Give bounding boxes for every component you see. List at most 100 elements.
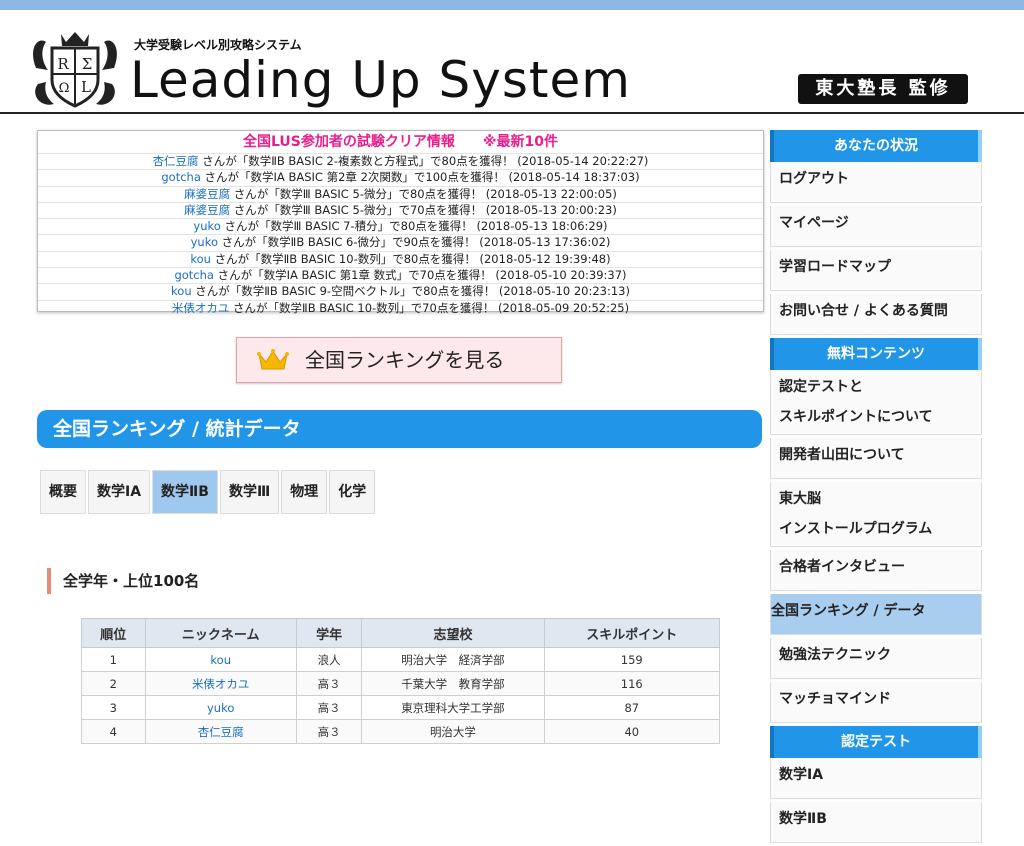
table-cell: 高３ [295,671,363,696]
table-nickname-link[interactable]: yuko [144,695,297,720]
news-title: 全国LUS参加者の試験クリア情報 ※最新10件 [243,134,558,150]
news-item-text: さんが「数学ⅡB BASIC 2-複素数と方程式」で80点を獲得！ (2018-… [198,154,649,168]
subheading: 全学年・上位100名 [47,568,199,594]
news-nickname-link[interactable]: 米俵オカユ [172,301,230,315]
table-header-cell: 志望校 [361,618,545,648]
tab-2[interactable]: 数学ⅡB [152,470,218,514]
news-item: 麻婆豆腐 さんが「数学Ⅲ BASIC 5-微分」で70点を獲得！ (2018-0… [38,201,763,218]
sidebar-item-label: 数学ⅠA [779,767,824,783]
table-row: 3 yuko 高３ 東京理科大学工学部 87 [81,695,721,720]
tab-5[interactable]: 化学 [329,470,376,514]
news-nickname-link[interactable]: gotcha [174,268,214,282]
news-nickname-link[interactable]: kou [190,252,211,266]
table-cell: 3 [81,695,146,720]
sidebar-item[interactable]: 勉強法テクニック [770,638,982,679]
news-nickname-link[interactable]: kou [171,284,192,298]
sidebar-item-label: インストールプログラム [779,521,933,537]
table-nickname-link[interactable]: 米俵オカユ [144,671,297,696]
sidebar-test-header: 認定テスト [770,726,982,758]
svg-text:Σ: Σ [82,55,93,73]
news-item: yuko さんが「数学ⅡB BASIC 6-微分」で90点を獲得！ (2018-… [38,234,763,250]
table-cell: 千葉大学 教育学部 [361,671,545,696]
ranking-button[interactable]: 全国ランキングを見る [236,337,562,383]
sidebar-item-label: 学習ロードマップ [779,259,891,275]
sidebar-item-label: スキルポイントについて [779,409,933,425]
news-nickname-link[interactable]: 麻婆豆腐 [184,187,230,201]
crest-logo-icon[interactable]: R Σ Ω L [28,28,122,112]
table-cell: 1 [81,647,146,672]
sidebar-item-label: 全国ランキング / データ [771,603,926,619]
news-nickname-link[interactable]: gotcha [161,170,201,184]
news-item-text: さんが「数学Ⅲ BASIC 5-微分」で70点を獲得！ (2018-05-13 … [230,202,617,217]
sidebar-free-header: 無料コンテンツ [770,338,982,370]
site-wordmark[interactable]: Leading Up System [130,50,631,110]
sidebar-item[interactable]: ログアウト [770,162,982,203]
sidebar-item-label: 開発者山田について [779,447,905,463]
table-cell: 東京理科大学工学部 [361,695,545,720]
sidebar-item[interactable]: お問い合せ / よくある質問 [770,294,982,335]
news-item: gotcha さんが「数学ⅠA BASIC 第1章 数式」で70点を獲得！ (2… [38,267,763,283]
table-row: 4 杏仁豆腐 高３ 明治大学 40 [81,719,721,744]
news-nickname-link[interactable]: 麻婆豆腐 [184,203,230,217]
tab-0[interactable]: 概要 [40,470,86,514]
sidebar-item-label: お問い合せ / よくある質問 [779,303,948,319]
tab-4[interactable]: 物理 [281,470,328,514]
sidebar-status-header: あなたの状況 [770,130,982,162]
svg-text:L: L [81,78,91,96]
table-cell: 40 [543,719,721,744]
news-item: kou さんが「数学ⅡB BASIC 10-数列」で80点を獲得！ (2018-… [38,250,763,267]
news-item: yuko さんが「数学Ⅲ BASIC 7-積分」で80点を獲得！ (2018-0… [38,218,763,234]
table-cell: 2 [81,671,146,696]
table-nickname-link[interactable]: 杏仁豆腐 [144,719,297,744]
news-item-text: さんが「数学ⅡB BASIC 10-数列」で80点を獲得！ (2018-05-1… [210,251,611,266]
sidebar-item[interactable]: 全国ランキング / データ [770,594,982,635]
sidebar-item[interactable]: 数学ⅡB [770,802,982,843]
sidebar-item[interactable]: 認定テストとスキルポイントについて [770,370,982,435]
subject-tabs: 概要 数学ⅠA 数学ⅡB 数学Ⅲ 物理 化学 [40,470,377,514]
sidebar-item[interactable]: 学習ロードマップ [770,250,982,291]
news-nickname-link[interactable]: yuko [191,235,218,249]
news-nickname-link[interactable]: 杏仁豆腐 [153,154,199,168]
sidebar-item-label: 東大脳 [779,491,821,507]
table-cell: 87 [543,695,721,720]
sidebar-item-label: ログアウト [779,171,849,187]
news-panel: 全国LUS参加者の試験クリア情報 ※最新10件 杏仁豆腐 さんが「数学ⅡB BAS… [37,130,764,315]
site-header: R Σ Ω L 大学受験レベル別攻略システム Leading Up System… [0,10,1024,114]
sidebar-item[interactable]: 合格者インタビュー [770,550,982,591]
table-header-cell: 順位 [81,618,146,648]
table-header-cell: 学年 [295,618,363,648]
news-item: kou さんが「数学ⅡB BASIC 9-空間ベクトル」で80点を獲得！ (20… [38,283,763,299]
news-item-text: さんが「数学Ⅲ BASIC 5-微分」で80点を獲得！ (2018-05-13 … [230,186,617,201]
sidebar-item-label: マイページ [779,215,849,231]
sidebar-item-label: 合格者インタビュー [779,559,905,575]
sidebar-item-label: 認定テストと [779,379,863,395]
table-row: 2 米俵オカユ 高３ 千葉大学 教育学部 116 [81,671,721,696]
news-item: 杏仁豆腐 さんが「数学ⅡB BASIC 2-複素数と方程式」で80点を獲得！ (… [38,153,763,169]
supervise-badge: 東大塾長 監修 [798,74,968,104]
tab-3[interactable]: 数学Ⅲ [219,470,280,514]
sidebar-item[interactable]: 数学ⅠA [770,758,982,799]
news-item: 麻婆豆腐 さんが「数学Ⅲ BASIC 5-微分」で80点を獲得！ (2018-0… [38,185,763,202]
sidebar-item[interactable]: 開発者山田について [770,438,982,479]
top-strip [0,0,1024,10]
news-nickname-link[interactable]: yuko [193,219,220,233]
sidebar-item[interactable]: マッチョマインド [770,682,982,723]
news-item-text: さんが「数学Ⅲ BASIC 7-積分」で80点を獲得！ (2018-05-13 … [220,219,608,234]
section-title: 全国ランキング / 統計データ [37,410,762,448]
table-cell: 高３ [295,695,363,720]
sidebar-item[interactable]: マイページ [770,206,982,247]
sidebar-item[interactable]: 東大脳インストールプログラム [770,482,982,547]
news-list: 杏仁豆腐 さんが「数学ⅡB BASIC 2-複素数と方程式」で80点を獲得！ (… [38,153,763,316]
news-item-text: さんが「数学ⅡB BASIC 6-微分」で90点を獲得！ (2018-05-13… [218,235,611,250]
crown-icon [257,349,289,370]
table-cell: 159 [543,647,721,672]
sidebar-item-label: 勉強法テクニック [779,647,891,663]
table-nickname-link[interactable]: kou [144,647,297,672]
tab-1[interactable]: 数学ⅠA [88,470,151,514]
table-cell: 高３ [295,719,363,744]
news-item-text: さんが「数学ⅡB BASIC 9-空間ベクトル」で80点を獲得！ (2018-0… [191,284,630,299]
svg-text:R: R [57,55,69,73]
news-item: gotcha さんが「数学ⅠA BASIC 第2章 2次関数」で100点を獲得！… [38,169,763,185]
sidebar-item-label: 数学ⅡB [779,811,827,827]
table-cell: 4 [81,719,146,744]
